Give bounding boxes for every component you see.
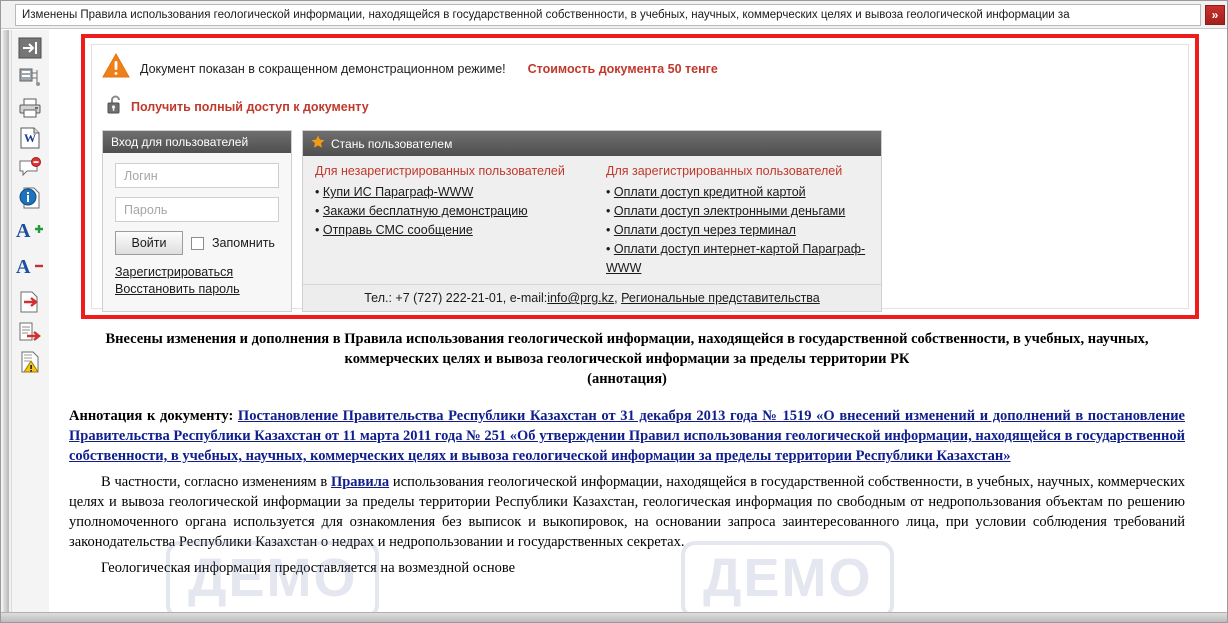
get-full-access-label: Получить полный доступ к документу <box>131 99 369 114</box>
email-link[interactable]: info@prg.kz <box>547 291 614 305</box>
demo-panels-row: Вход для пользователей Войти Запомнить З… <box>102 130 1188 312</box>
registered-links-list: • Оплати доступ кредитной картой • Оплат… <box>606 183 869 278</box>
word-export-icon[interactable]: W <box>15 124 45 152</box>
warning-doc-icon[interactable] <box>15 348 45 376</box>
order-free-demo-link[interactable]: Закажи бесплатную демонстрацию <box>323 204 528 218</box>
list-item: • Оплати доступ через терминал <box>606 223 796 237</box>
title-bar-field: Изменены Правила использования геологиче… <box>15 3 1201 26</box>
unregistered-links-list: • Купи ИС Параграф-WWW • Закажи бесплатн… <box>315 183 592 240</box>
annotation-label: Аннотация к документу: <box>69 408 238 424</box>
left-toolbar: W A A <box>1 30 49 622</box>
restore-password-link[interactable]: Восстановить пароль <box>115 281 279 298</box>
svg-text:A: A <box>16 256 31 277</box>
body-paragraph-2: Геологическая информация предоставляется… <box>101 560 516 576</box>
login-submit-button[interactable]: Войти <box>115 231 183 255</box>
demo-mode-message: Документ показан в сокращенном демонстра… <box>140 61 506 76</box>
login-links: Зарегистрироваться Восстановить пароль <box>115 264 279 298</box>
forward-doc-icon[interactable] <box>15 318 45 346</box>
open-lock-icon <box>106 94 124 119</box>
become-user-panel-title: Стань пользователем <box>331 136 453 151</box>
login-panel-title: Вход для пользователей <box>111 135 249 149</box>
phone-label: Тел.: +7 (727) 222-21-01, e-mail: <box>364 291 548 305</box>
svg-text:A: A <box>16 220 31 241</box>
toolbar-grip[interactable] <box>3 30 9 622</box>
login-panel: Вход для пользователей Войти Запомнить З… <box>102 130 292 312</box>
registered-column: Для зарегистрированных пользователей • О… <box>592 164 869 278</box>
next-doc-icon[interactable] <box>15 288 45 316</box>
goto-icon[interactable] <box>15 34 45 62</box>
demo-banner-inner: Документ показан в сокращенном демонстра… <box>91 44 1189 312</box>
body-paragraph-1: В частности, согласно изменениям в Прави… <box>69 472 1185 552</box>
page-title: Внесены изменения и дополнения в Правила… <box>105 331 1149 367</box>
print-icon[interactable] <box>15 94 45 122</box>
structure-icon[interactable] <box>15 64 45 92</box>
document-body: Внесены изменения и дополнения в Правила… <box>57 323 1197 613</box>
demo-banner-frame: Документ показан в сокращенном демонстра… <box>81 34 1199 319</box>
comment-icon[interactable] <box>15 154 45 182</box>
pay-terminal-link[interactable]: Оплати доступ через терминал <box>614 223 796 237</box>
page-subtitle: (аннотация) <box>587 371 667 387</box>
get-full-access-button[interactable]: Получить полный доступ к документу <box>102 92 381 121</box>
annotation-paragraph: Аннотация к документу: Постановление Пра… <box>69 406 1185 466</box>
list-item: • Оплати доступ электронными деньгами <box>606 204 846 218</box>
unregistered-column-title: Для незарегистрированных пользователей <box>315 164 565 178</box>
list-item: • Оплати доступ интернет-картой Параграф… <box>606 242 866 275</box>
unregistered-column: Для незарегистрированных пользователей •… <box>315 164 592 278</box>
star-icon <box>311 135 325 152</box>
remember-me-label: Запомнить <box>212 236 275 250</box>
login-panel-body: Войти Запомнить Зарегистрироваться Восст… <box>103 153 291 306</box>
font-increase-icon[interactable]: A <box>15 216 45 244</box>
pay-internet-card-link[interactable]: Оплати доступ интернет-картой Параграф-W… <box>606 242 865 275</box>
list-item: • Закажи бесплатную демонстрацию <box>315 204 528 218</box>
pay-emoney-link[interactable]: Оплати доступ электронными деньгами <box>614 204 845 218</box>
contacts-footer: Тел.: +7 (727) 222-21-01, e-mail:info@pr… <box>303 284 881 311</box>
list-item: • Купи ИС Параграф-WWW <box>315 185 474 199</box>
become-user-panel: Стань пользователем Для незарегистрирова… <box>302 130 882 312</box>
remember-me-checkbox[interactable] <box>191 236 204 250</box>
document-title-text: Изменены Правила использования геологиче… <box>22 8 1070 21</box>
list-item: • Отправь СМС сообщение <box>315 223 473 237</box>
expand-title-button[interactable]: » <box>1205 4 1225 25</box>
login-input[interactable] <box>115 163 279 188</box>
warning-triangle-icon <box>102 52 130 84</box>
bottom-status-strip <box>1 612 1227 622</box>
login-actions-row: Войти Запомнить <box>115 231 279 255</box>
become-user-panel-header: Стань пользователем <box>303 131 881 156</box>
rules-link[interactable]: Правила <box>331 474 389 490</box>
login-panel-header: Вход для пользователей <box>103 131 291 153</box>
font-decrease-icon[interactable]: A <box>15 252 45 280</box>
svg-text:W: W <box>24 131 36 145</box>
become-user-panel-body: Для незарегистрированных пользователей •… <box>303 156 881 284</box>
pay-credit-card-link[interactable]: Оплати доступ кредитной картой <box>614 185 806 199</box>
list-item: • Оплати доступ кредитной картой <box>606 185 806 199</box>
send-sms-link[interactable]: Отправь СМС сообщение <box>323 223 473 237</box>
demo-header-row: Документ показан в сокращенном демонстра… <box>92 45 1188 84</box>
register-link[interactable]: Зарегистрироваться <box>115 264 279 281</box>
title-bar: Изменены Правила использования геологиче… <box>1 1 1227 29</box>
password-input[interactable] <box>115 197 279 222</box>
regional-offices-link[interactable]: Региональные представительства <box>621 291 820 305</box>
registered-column-title: Для зарегистрированных пользователей <box>606 164 843 178</box>
buy-paragraph-www-link[interactable]: Купи ИС Параграф-WWW <box>323 185 473 199</box>
para1-text-before: В частности, согласно изменениям в <box>101 474 331 490</box>
application-window: Изменены Правила использования геологиче… <box>0 0 1228 623</box>
document-price-label: Стоимость документа 50 тенге <box>527 61 718 76</box>
info-icon[interactable] <box>15 184 45 212</box>
